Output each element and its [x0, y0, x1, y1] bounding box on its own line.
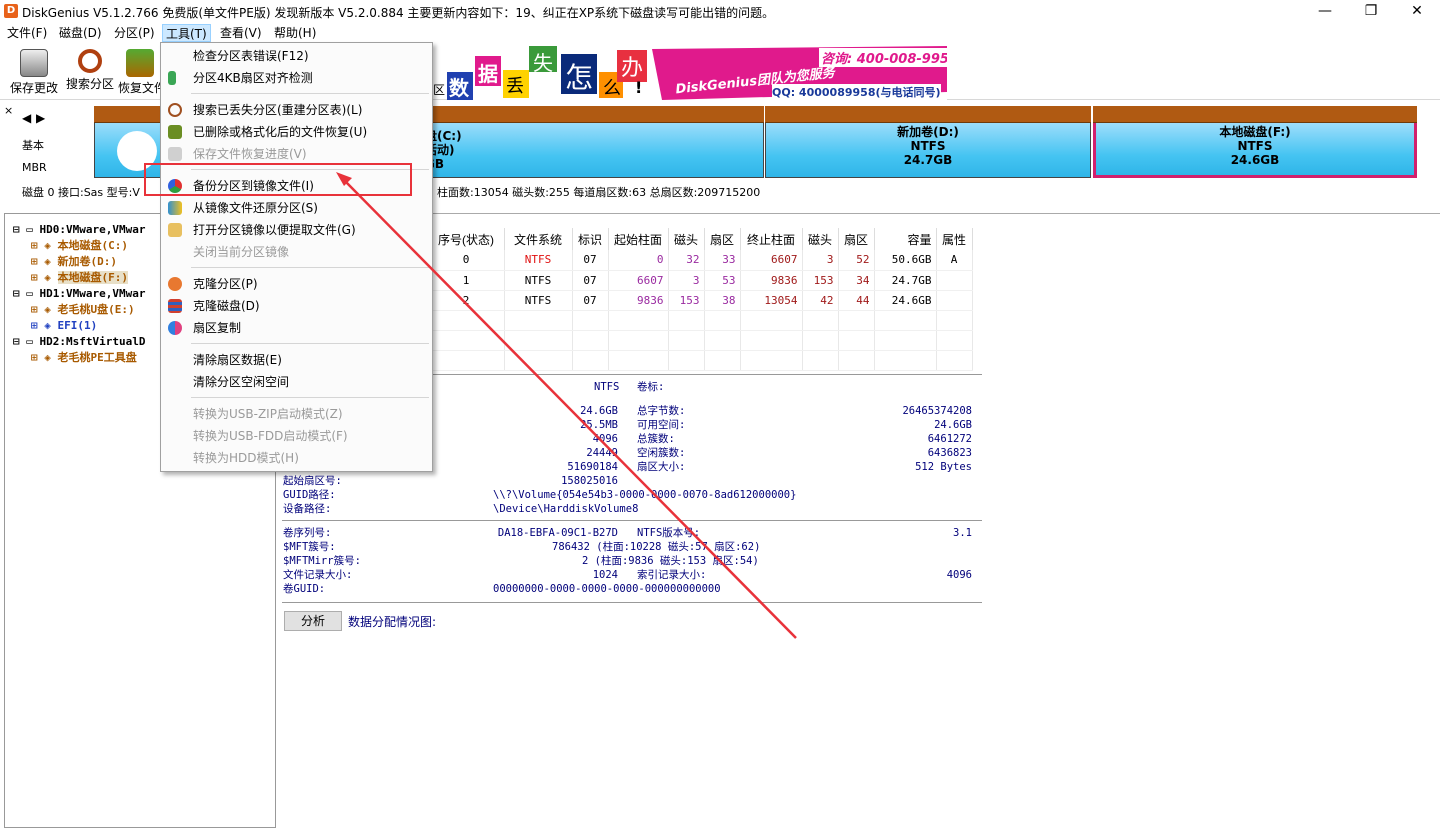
annotation-arrow — [336, 172, 797, 639]
